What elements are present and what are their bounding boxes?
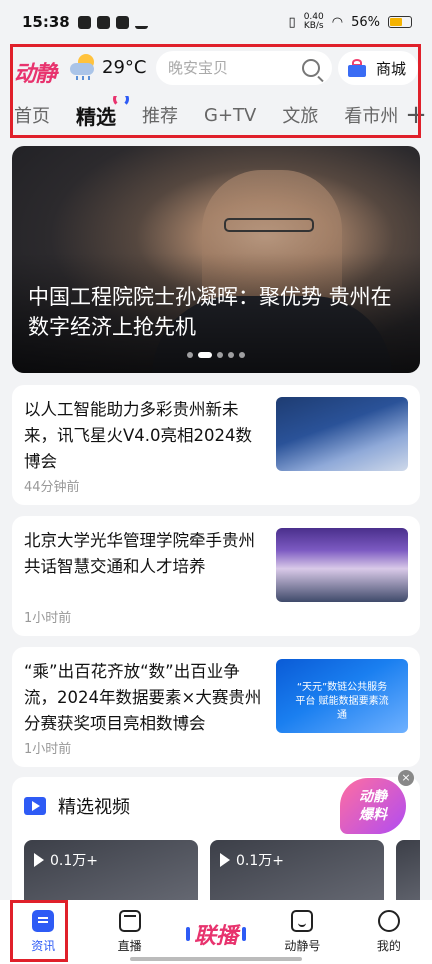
battery-percent: 56% (351, 14, 380, 30)
notification-icons (77, 15, 148, 29)
add-channel-icon[interactable]: + (400, 96, 432, 134)
mall-label: 商城 (376, 59, 407, 78)
view-count: 0.1万+ (50, 853, 98, 869)
carousel-dots (12, 352, 420, 358)
nav-lianbo[interactable]: 联播 (173, 900, 259, 964)
tab-featured[interactable]: 精选 (63, 96, 129, 130)
nav-dongjinghao[interactable]: 动静号 (259, 900, 345, 964)
banner-title: 中国工程院院士孙凝晖：聚优势 贵州在数字经济上抢先机 (28, 285, 392, 339)
active-tab-indicator-icon (113, 96, 129, 107)
news-title: “乘”出百花齐放“数”出百业争流，2024年数据要素×大赛贵州分赛获奖项目亮相数… (24, 662, 262, 733)
search-input[interactable] (168, 59, 298, 77)
thumbnail-caption: “天元”数链公共服务平台 赋能数据要素流通 (295, 682, 389, 721)
clock: 15:38 (22, 13, 70, 31)
message-icon (115, 15, 129, 29)
avatar-icon (377, 910, 400, 932)
news-icon (32, 910, 55, 932)
weather-widget[interactable]: 29°C (68, 54, 146, 80)
news-thumbnail (276, 528, 408, 602)
news-title: 以人工智能助力多彩贵州新未来，讯飞星火V4.0亮相2024数博会 (24, 400, 253, 471)
home-indicator[interactable] (130, 957, 302, 961)
tab-culture-travel[interactable]: 文旅 (269, 102, 331, 128)
news-item[interactable]: “乘”出百花齐放“数”出百业争流，2024年数据要素×大赛贵州分赛获奖项目亮相数… (12, 647, 420, 767)
nav-news[interactable]: 资讯 (0, 900, 86, 964)
close-icon[interactable]: × (398, 770, 414, 786)
tv-icon (118, 910, 141, 932)
tab-home[interactable]: 首页 (0, 102, 63, 128)
vibrate-icon: ▯ (288, 14, 296, 30)
search-bar[interactable] (156, 51, 332, 85)
nav-live[interactable]: 直播 (86, 900, 172, 964)
gift-icon (346, 58, 370, 78)
partly-cloudy-rain-icon (68, 54, 98, 80)
nav-mine[interactable]: 我的 (346, 900, 432, 964)
news-time: 1小时前 (24, 611, 72, 626)
tab-gtv[interactable]: G+TV (191, 105, 269, 126)
news-item[interactable]: 以人工智能助力多彩贵州新未来，讯飞星火V4.0亮相2024数博会 44分钟前 (12, 385, 420, 505)
app-logo[interactable]: 动静 (14, 56, 57, 88)
news-thumbnail (276, 397, 408, 471)
news-time: 1小时前 (24, 742, 72, 757)
headline-banner[interactable]: 中国工程院院士孙凝晖：聚优势 贵州在数字经济上抢先机 (12, 146, 420, 373)
smile-icon (291, 910, 314, 932)
crown-icon (134, 16, 148, 29)
temperature: 29°C (102, 56, 147, 78)
tab-recommended[interactable]: 推荐 (129, 102, 191, 128)
search-icon[interactable] (302, 59, 320, 77)
news-item[interactable]: 北京大学光华管理学院牵手贵州共话智慧交通和人才培养 1小时前 (12, 516, 420, 636)
tiktok-icon (96, 15, 110, 29)
play-icon (34, 853, 44, 867)
news-thumbnail: “天元”数链公共服务平台 赋能数据要素流通 (276, 659, 408, 733)
status-bar: 15:38 ▯ 0.40 KB/s ◠ 56% (0, 0, 432, 44)
tip-off-badge[interactable]: 动静 爆料 × (340, 770, 414, 836)
mall-button[interactable]: 商城 (338, 51, 418, 85)
play-icon (220, 853, 230, 867)
wifi-icon: ◠ (331, 14, 344, 30)
lianbo-logo: 联播 (194, 924, 239, 949)
battery-icon (388, 16, 412, 28)
news-time: 44分钟前 (24, 480, 80, 495)
news-title: 北京大学光华管理学院牵手贵州共话智慧交通和人才培养 (24, 531, 255, 576)
app-notification-icon (77, 15, 91, 29)
channel-tabs: 首页 精选 推荐 G+TV 文旅 看市州 (0, 96, 432, 134)
video-section-icon (24, 797, 46, 815)
view-count: 0.1万+ (236, 853, 284, 869)
net-speed: 0.40 KB/s (303, 12, 324, 31)
bottom-navigation: 资讯 直播 联播 动静号 我的 (0, 900, 432, 964)
top-header: 动静 29°C 商城 首页 精选 推荐 G+TV 文旅 看市州 + (0, 44, 432, 138)
section-title: 精选视频 (58, 797, 130, 818)
